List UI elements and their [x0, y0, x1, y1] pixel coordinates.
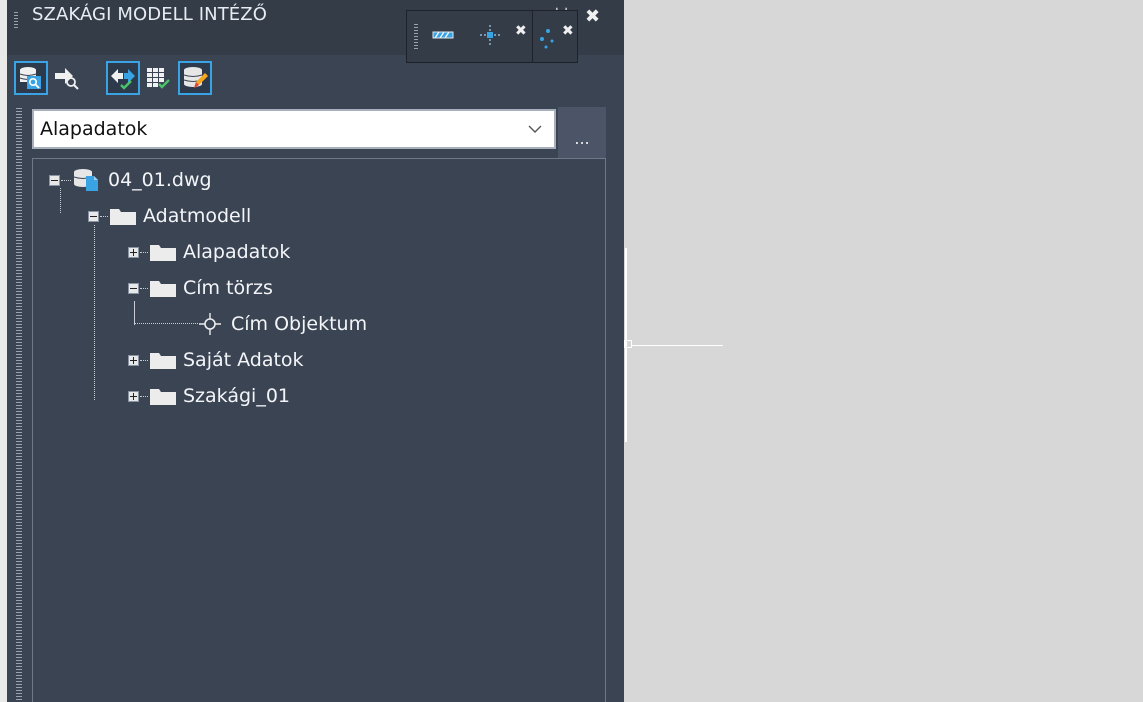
toolbar-separator	[532, 11, 533, 62]
panel-close-icon[interactable]: ✖	[585, 8, 600, 26]
tree-label-adatmodell: Adatmodell	[143, 205, 252, 227]
floating-toolbar[interactable]: ✖ ✖	[406, 10, 578, 63]
expand-icon[interactable]	[128, 354, 139, 366]
title-grip-icon[interactable]	[14, 12, 18, 30]
dwg-database-icon	[73, 169, 98, 191]
toolbar-close-icon-2[interactable]: ✖	[562, 22, 574, 40]
database-search-button[interactable]	[14, 61, 48, 95]
panel-grip-handle[interactable]	[16, 108, 22, 702]
tree-item-cim-objektum[interactable]: Cím Objektum	[199, 309, 367, 339]
snap-points-icon[interactable]	[536, 25, 558, 55]
move-point-icon[interactable]	[478, 23, 502, 51]
point-object-icon	[199, 313, 221, 335]
compare-check-button[interactable]	[106, 61, 140, 95]
tree-item-cim-torzs[interactable]: Cím törzs	[128, 273, 273, 303]
modell-manager-panel: SZAKÁGI MODELL INTÉZŐ ▕▕ ✖ ✖ ✖	[0, 0, 624, 702]
category-select[interactable]: Alapadatok	[32, 109, 556, 149]
panel-edge-strip	[0, 0, 7, 702]
category-select-value: Alapadatok	[40, 118, 148, 140]
tree-connector	[134, 323, 198, 324]
tree-label-sajat-adatok: Saját Adatok	[183, 349, 304, 371]
model-tree[interactable]: 04_01.dwg Adatmodell Alapadatok Cím törz…	[32, 158, 606, 702]
arrow-search-icon	[55, 68, 79, 90]
tree-connector	[134, 302, 135, 322]
arrow-search-button[interactable]	[50, 61, 84, 95]
grid-check-icon	[147, 68, 170, 89]
expand-icon[interactable]	[128, 390, 139, 402]
database-edit-icon	[183, 67, 208, 88]
expand-icon[interactable]	[128, 246, 139, 258]
tree-label-root: 04_01.dwg	[108, 169, 212, 191]
toolbar-close-icon-1[interactable]: ✖	[515, 22, 527, 40]
tree-label-cim-objektum: Cím Objektum	[231, 313, 368, 335]
folder-icon	[150, 281, 176, 297]
grid-check-button[interactable]	[142, 61, 176, 95]
panel-toolbar	[14, 61, 614, 101]
database-edit-button[interactable]	[178, 61, 212, 95]
floating-grip-icon[interactable]	[414, 24, 418, 50]
tree-item-root[interactable]: 04_01.dwg	[49, 165, 212, 195]
collapse-icon[interactable]	[49, 174, 60, 186]
folder-icon	[150, 389, 176, 405]
tree-label-alapadatok: Alapadatok	[183, 241, 291, 263]
cursor-crosshair-horizontal	[631, 345, 723, 346]
tree-connector	[94, 225, 95, 400]
folder-icon	[150, 245, 176, 261]
panel-title: SZAKÁGI MODELL INTÉZŐ	[32, 4, 267, 25]
tree-item-sajat-adatok[interactable]: Saját Adatok	[128, 345, 304, 375]
folder-icon	[150, 353, 176, 369]
database-search-icon	[19, 67, 41, 89]
collapse-icon[interactable]	[88, 210, 99, 222]
tree-label-szakagi: Szakági_01	[183, 385, 291, 407]
cursor-pickbox	[624, 340, 632, 348]
tree-item-alapadatok[interactable]: Alapadatok	[128, 237, 290, 267]
tree-item-adatmodell[interactable]: Adatmodell	[88, 201, 251, 231]
tree-label-cim-torzs: Cím törzs	[183, 277, 273, 299]
hatch-tool-icon[interactable]	[431, 26, 457, 46]
compare-check-icon	[111, 69, 135, 90]
collapse-icon[interactable]	[128, 282, 139, 294]
folder-icon	[110, 209, 136, 225]
more-options-button[interactable]: ...	[558, 107, 606, 159]
chevron-down-icon[interactable]	[516, 111, 554, 147]
tree-item-szakagi[interactable]: Szakági_01	[128, 381, 290, 411]
